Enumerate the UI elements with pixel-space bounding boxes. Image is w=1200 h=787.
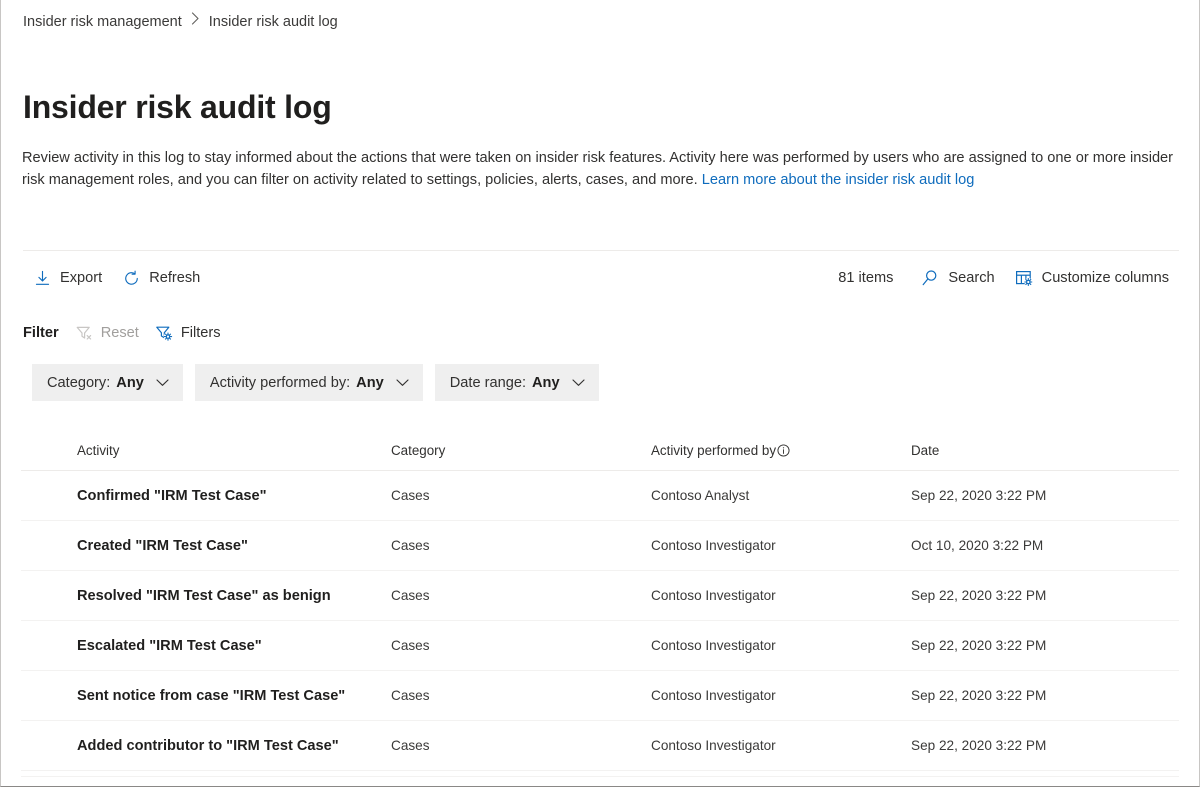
funnel-clear-icon [75,324,93,342]
info-icon[interactable] [777,444,790,457]
filter-pill-group: Category: Any Activity performed by: Any… [32,364,599,401]
table-row[interactable]: Confirmed "IRM Test Case" Cases Contoso … [21,471,1179,521]
audit-log-table: Activity Category Activity performed by … [21,430,1179,771]
cell-activity: Resolved "IRM Test Case" as benign [21,588,391,604]
filter-pill-activity-performed-by-value: Any [356,375,384,391]
cell-category: Cases [391,588,651,603]
cell-category: Cases [391,638,651,653]
breadcrumb-item-insider-risk-audit-log[interactable]: Insider risk audit log [209,12,338,32]
cell-performed-by: Contoso Investigator [651,688,911,703]
filter-pill-category[interactable]: Category: Any [32,364,183,401]
cell-category: Cases [391,488,651,503]
filter-pill-category-key: Category: [47,375,110,391]
cell-performed-by: Contoso Investigator [651,638,911,653]
cell-date: Sep 22, 2020 3:22 PM [911,688,1123,703]
search-label: Search [948,270,994,286]
cell-date: Oct 10, 2020 3:22 PM [911,538,1123,553]
filter-pill-date-range[interactable]: Date range: Any [435,364,599,401]
table-header-row: Activity Category Activity performed by … [21,430,1179,471]
column-header-activity-performed-by-label: Activity performed by [651,443,776,458]
filter-pill-activity-performed-by[interactable]: Activity performed by: Any [195,364,423,401]
reset-filters-button[interactable]: Reset [75,324,139,342]
chevron-right-icon [191,11,200,31]
export-button[interactable]: Export [23,262,112,294]
divider-above-commandbar [23,250,1179,251]
items-count: 81 items [838,270,893,286]
cell-performed-by: Contoso Investigator [651,738,911,753]
refresh-icon [122,269,140,287]
cell-category: Cases [391,738,651,753]
customize-columns-button[interactable]: Customize columns [1005,262,1179,294]
chevron-down-icon [572,378,585,387]
cell-category: Cases [391,538,651,553]
cell-date: Sep 22, 2020 3:22 PM [911,738,1123,753]
page-description-text: Review activity in this log to stay info… [22,150,1173,188]
filter-pill-category-value: Any [116,375,144,391]
table-row[interactable]: Resolved "IRM Test Case" as benign Cases… [21,571,1179,621]
filter-bar-label: Filter [23,325,59,341]
download-icon [33,269,51,287]
column-header-date[interactable]: Date [911,443,1123,458]
page-title: Insider risk audit log [23,87,332,127]
refresh-label: Refresh [149,270,200,286]
search-icon [921,269,939,287]
column-header-activity-performed-by[interactable]: Activity performed by [651,443,911,458]
cell-date: Sep 22, 2020 3:22 PM [911,488,1123,503]
cell-activity: Confirmed "IRM Test Case" [21,488,391,504]
column-header-category[interactable]: Category [391,443,651,458]
cell-performed-by: Contoso Investigator [651,538,911,553]
cell-activity: Sent notice from case "IRM Test Case" [21,688,391,704]
cell-activity: Escalated "IRM Test Case" [21,638,391,654]
command-bar-right-group: 81 items Search [838,261,1179,295]
customize-columns-label: Customize columns [1042,270,1169,286]
filter-pill-date-range-value: Any [532,375,560,391]
reset-filters-label: Reset [101,325,139,341]
column-header-activity[interactable]: Activity [21,443,391,458]
chevron-down-icon [396,378,409,387]
learn-more-link[interactable]: Learn more about the insider risk audit … [702,172,975,188]
filter-pill-date-range-key: Date range: [450,375,526,391]
cell-date: Sep 22, 2020 3:22 PM [911,588,1123,603]
search-button[interactable]: Search [911,262,1004,294]
cell-performed-by: Contoso Investigator [651,588,911,603]
funnel-settings-icon [155,324,173,342]
filter-pill-activity-performed-by-key: Activity performed by: [210,375,350,391]
divider-table-bottom [21,776,1179,777]
breadcrumb: Insider risk management Insider risk aud… [23,12,338,32]
export-label: Export [60,270,102,286]
table-row[interactable]: Added contributor to "IRM Test Case" Cas… [21,721,1179,771]
table-row[interactable]: Created "IRM Test Case" Cases Contoso In… [21,521,1179,571]
command-bar-left-group: Export Refresh [23,261,210,295]
cell-activity: Created "IRM Test Case" [21,538,391,554]
breadcrumb-item-insider-risk-management[interactable]: Insider risk management [23,12,182,32]
table-settings-icon [1015,269,1033,287]
chevron-down-icon [156,378,169,387]
command-bar: Export Refresh 81 items [23,261,1179,295]
cell-category: Cases [391,688,651,703]
cell-activity: Added contributor to "IRM Test Case" [21,738,391,754]
page-root: Insider risk management Insider risk aud… [0,0,1200,787]
filter-bar: Filter Reset Filters [23,320,237,346]
filters-button[interactable]: Filters [155,324,221,342]
filters-label: Filters [181,325,221,341]
page-description: Review activity in this log to stay info… [22,148,1177,191]
table-row[interactable]: Escalated "IRM Test Case" Cases Contoso … [21,621,1179,671]
cell-date: Sep 22, 2020 3:22 PM [911,638,1123,653]
refresh-button[interactable]: Refresh [112,262,210,294]
cell-performed-by: Contoso Analyst [651,488,911,503]
table-row[interactable]: Sent notice from case "IRM Test Case" Ca… [21,671,1179,721]
